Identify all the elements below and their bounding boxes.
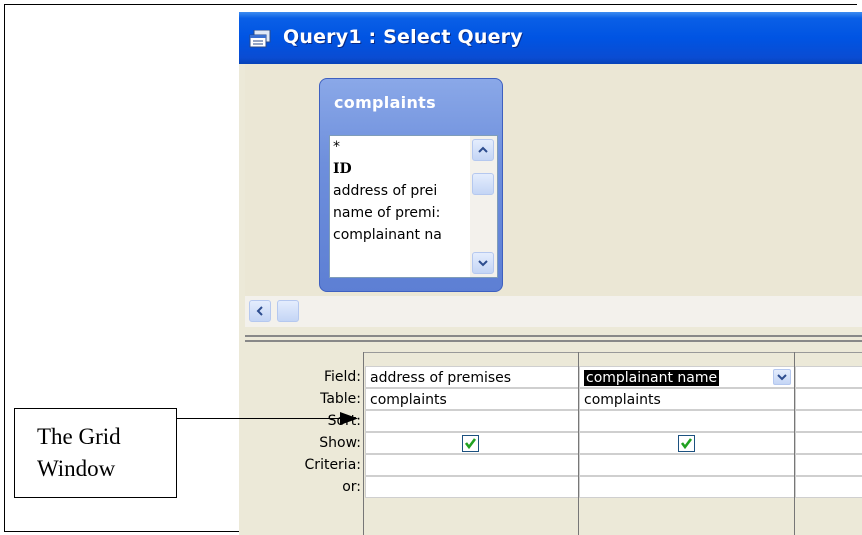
row-label-table: Table: — [320, 391, 361, 407]
column-selector-bar[interactable] — [363, 352, 862, 367]
show-checkbox[interactable] — [678, 435, 695, 452]
chevron-down-icon — [777, 374, 787, 381]
grid-cell-or[interactable] — [365, 476, 579, 498]
chevron-down-icon — [478, 260, 488, 267]
field-list-item[interactable]: * — [330, 136, 465, 158]
grid-cell-table[interactable] — [795, 388, 862, 410]
scroll-thumb[interactable] — [277, 300, 299, 322]
query-icon — [249, 29, 271, 48]
table-box-title: complaints — [334, 93, 436, 112]
callout-arrow-line — [177, 418, 347, 419]
grid-cell-field[interactable]: address of premises — [365, 366, 579, 388]
row-label-show: Show: — [319, 435, 361, 451]
column-divider — [794, 352, 795, 535]
design-grid: Field: Table: Sort: Show: Criteria: or: … — [245, 342, 862, 535]
grid-cell-criteria[interactable] — [579, 454, 795, 476]
scroll-left-button[interactable] — [249, 300, 271, 322]
scroll-down-button[interactable] — [472, 252, 494, 274]
chevron-left-icon — [256, 306, 263, 316]
selected-field-text: complainant name — [584, 370, 720, 386]
show-checkbox[interactable] — [462, 435, 479, 452]
grid-cell-or[interactable] — [579, 476, 795, 498]
grid-cell-table[interactable]: complaints — [579, 388, 795, 410]
grid-cell-field[interactable] — [795, 366, 862, 388]
arrow-head-icon — [340, 412, 358, 425]
scroll-thumb[interactable] — [472, 173, 494, 195]
checkmark-icon — [680, 438, 693, 450]
pane-splitter[interactable] — [245, 335, 862, 342]
grid-cell-criteria[interactable] — [365, 454, 579, 476]
row-label-or: or: — [342, 479, 361, 495]
field-list-item[interactable]: ID — [330, 158, 465, 180]
grid-window-callout: The Grid Window — [14, 408, 177, 498]
grid-cell-sort[interactable] — [365, 410, 579, 432]
column-divider — [363, 352, 364, 535]
field-list-item[interactable]: address of prei — [330, 180, 465, 202]
grid-cell-table[interactable]: complaints — [365, 388, 579, 410]
horizontal-scrollbar[interactable] — [245, 296, 862, 327]
grid-cell-sort[interactable] — [579, 410, 795, 432]
grid-cell-criteria[interactable] — [795, 454, 862, 476]
callout-line-2: Window — [37, 456, 116, 481]
field-dropdown-button[interactable] — [773, 369, 791, 385]
table-pane: complaints * ID address of prei name of … — [245, 64, 862, 296]
column-divider — [578, 352, 579, 535]
row-label-criteria: Criteria: — [304, 457, 361, 473]
complaints-table-box[interactable]: complaints * ID address of prei name of … — [319, 78, 503, 292]
field-list-scrollbar[interactable] — [470, 136, 497, 277]
field-list-item[interactable]: complainant na — [330, 224, 465, 246]
field-list[interactable]: * ID address of prei name of premi: comp… — [329, 135, 498, 278]
checkmark-icon — [464, 438, 477, 450]
title-bar[interactable]: Query1 : Select Query — [239, 12, 862, 64]
field-list-item[interactable]: name of premi: — [330, 202, 465, 224]
grid-cell-sort[interactable] — [795, 410, 862, 432]
grid-cell-show — [365, 432, 579, 454]
callout-text: The Grid Window — [37, 421, 121, 485]
callout-line-1: The Grid — [37, 424, 121, 449]
grid-cell-field-selected[interactable]: complainant name — [579, 366, 795, 388]
window-title: Query1 : Select Query — [283, 26, 523, 48]
row-label-field: Field: — [323, 369, 361, 385]
grid-cell-show[interactable] — [795, 432, 862, 454]
grid-cell-show — [579, 432, 795, 454]
query-window: Query1 : Select Query complaints * ID ad… — [239, 12, 862, 535]
chevron-up-icon — [478, 146, 488, 153]
grid-cell-or[interactable] — [795, 476, 862, 498]
scroll-up-button[interactable] — [472, 139, 494, 161]
